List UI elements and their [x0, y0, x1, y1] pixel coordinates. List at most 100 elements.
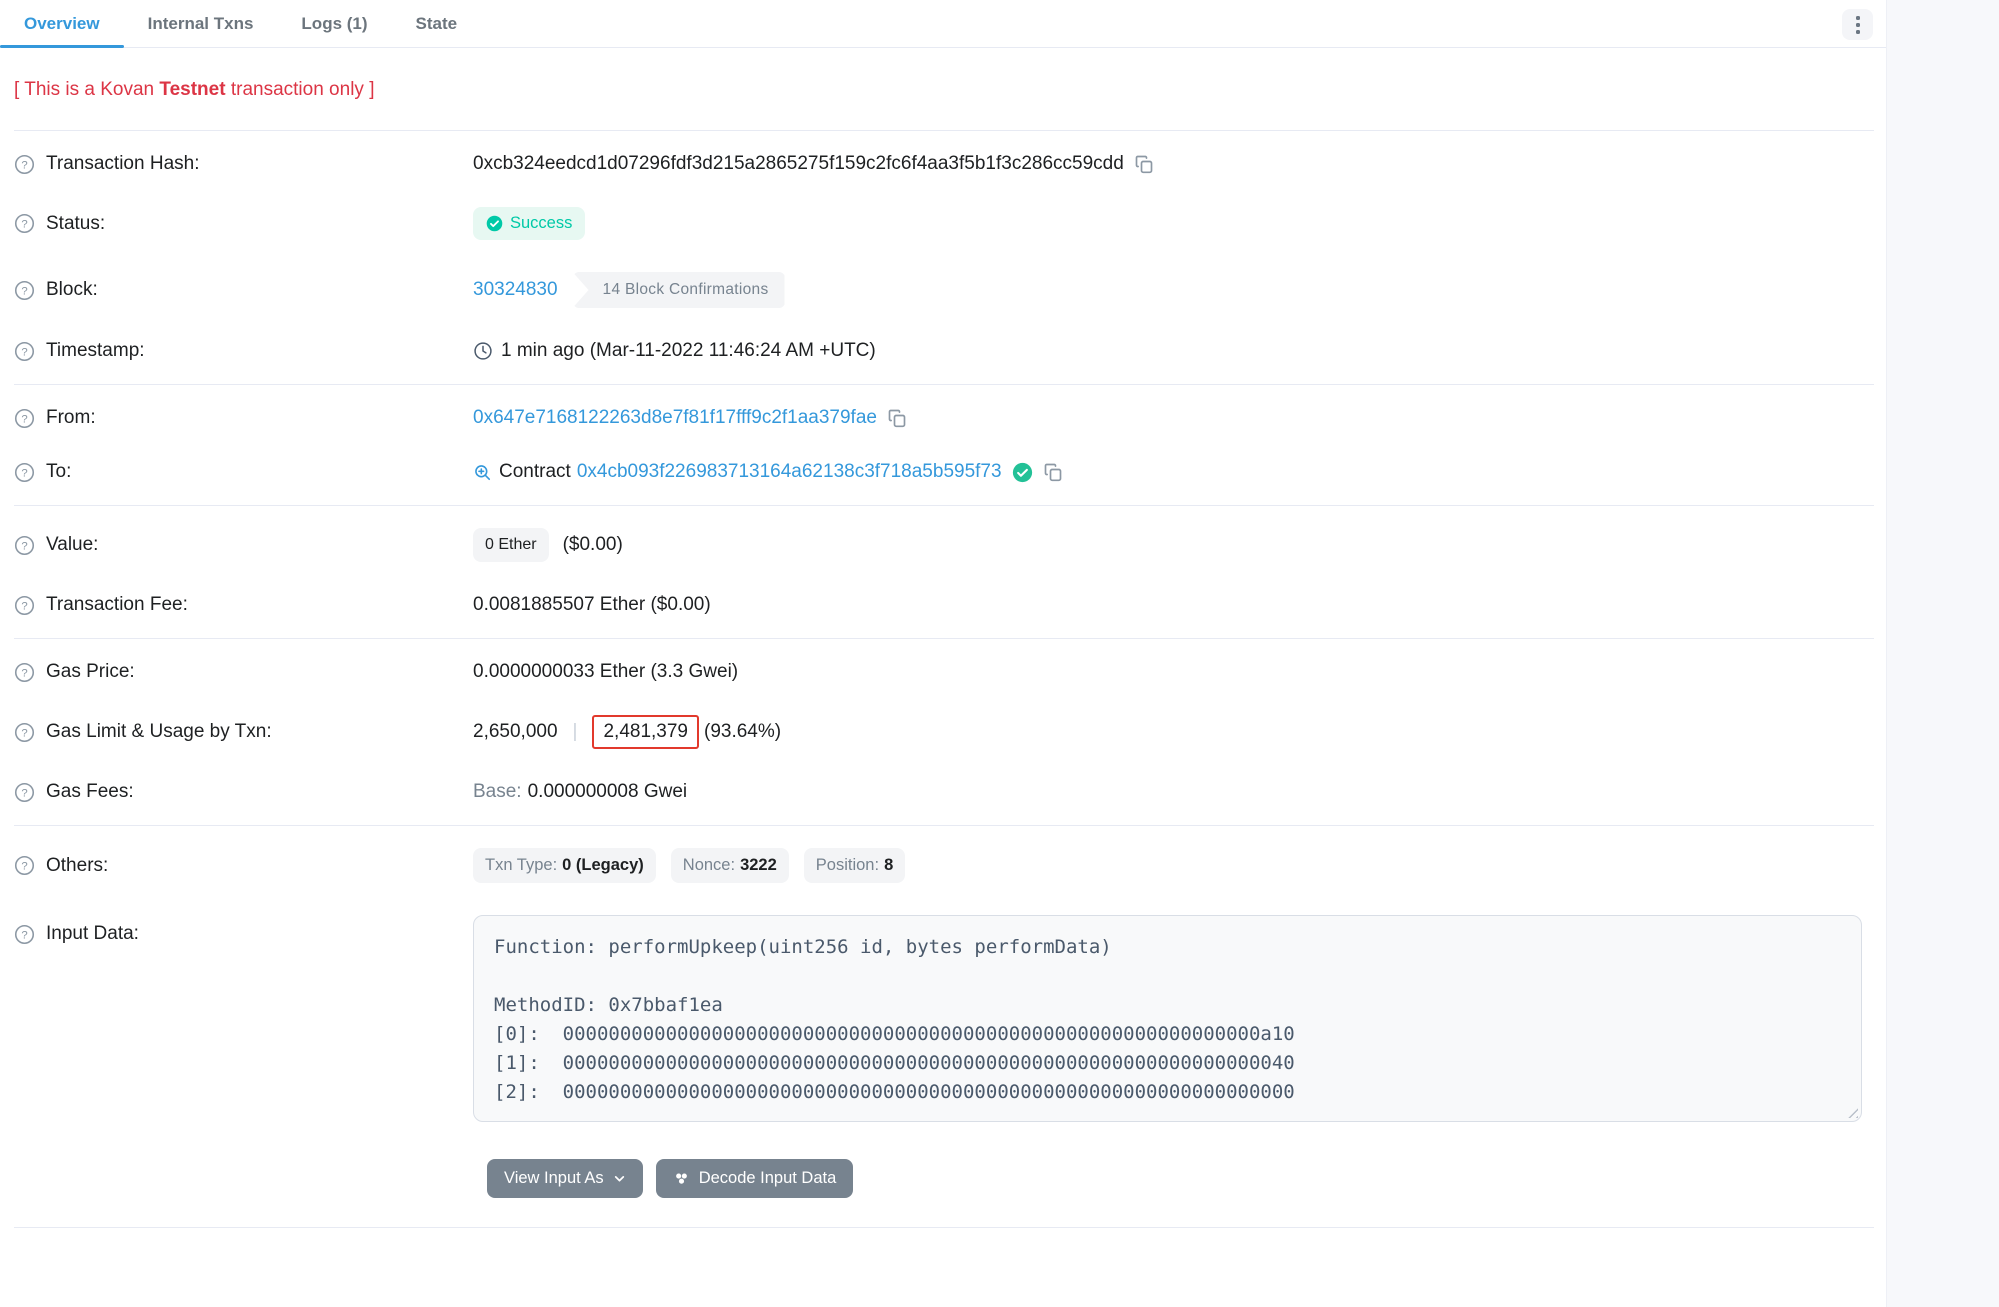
row-label-text: Input Data: [46, 923, 139, 945]
copy-icon[interactable] [1134, 154, 1154, 174]
separator: | [573, 721, 578, 743]
chevron-down-icon [613, 1172, 626, 1185]
svg-text:?: ? [21, 727, 27, 739]
gas-fees-base-label: Base: [473, 781, 522, 803]
row-input-data: ? Input Data: Function: performUpkeep(ui… [0, 899, 1886, 1138]
help-icon[interactable]: ? [14, 782, 35, 803]
row-value: ? Value: 0 Ether ($0.00) [0, 512, 1886, 578]
status-badge: Success [473, 207, 585, 240]
view-input-as-button[interactable]: View Input As [487, 1159, 643, 1198]
usd-value: ($0.00) [563, 534, 623, 556]
to-contract-label: Contract [499, 461, 571, 483]
decode-icon [673, 1170, 690, 1187]
help-icon[interactable]: ? [14, 280, 35, 301]
input-data-line: MethodID: 0x7bbaf1ea [494, 991, 1841, 1020]
row-block: ? Block: 30324830 14 Block Confirmations [0, 256, 1886, 324]
help-icon[interactable]: ? [14, 535, 35, 556]
help-icon[interactable]: ? [14, 595, 35, 616]
row-others: ? Others: Txn Type:0 (Legacy) Nonce:3222… [0, 832, 1886, 899]
row-timestamp: ? Timestamp: 1 min ago (Mar-11-2022 11:4… [0, 324, 1886, 378]
help-icon[interactable]: ? [14, 662, 35, 683]
help-icon[interactable]: ? [14, 924, 35, 945]
from-address-link[interactable]: 0x647e7168122263d8e7f81f17fff9c2f1aa379f… [473, 407, 877, 429]
row-label-text: Gas Fees: [46, 781, 134, 803]
tab-logs[interactable]: Logs (1) [277, 0, 391, 47]
help-icon[interactable]: ? [14, 462, 35, 483]
page-background-strip [1886, 0, 1999, 1307]
input-data-line: [1]: 00000000000000000000000000000000000… [494, 1049, 1841, 1078]
row-label-text: To: [46, 461, 71, 483]
row-gas-limit-usage: ? Gas Limit & Usage by Txn: 2,650,000 | … [0, 699, 1886, 765]
transaction-fee-value: 0.0081885507 Ether ($0.00) [473, 594, 711, 616]
input-data-actions: View Input As Decode Input Data [487, 1159, 1886, 1198]
ether-value-badge: 0 Ether [473, 528, 549, 562]
row-transaction-hash: ? Transaction Hash: 0xcb324eedcd1d07296f… [0, 137, 1886, 191]
input-data-box[interactable]: Function: performUpkeep(uint256 id, byte… [473, 915, 1862, 1122]
more-options-button[interactable] [1842, 9, 1873, 40]
svg-text:?: ? [21, 667, 27, 679]
copy-icon[interactable] [1043, 462, 1063, 482]
magnifier-plus-icon [473, 463, 492, 482]
svg-text:?: ? [21, 467, 27, 479]
help-icon[interactable]: ? [14, 341, 35, 362]
section-gas: ? Gas Price: 0.0000000033 Ether (3.3 Gwe… [0, 639, 1886, 825]
tab-internal-txns[interactable]: Internal Txns [124, 0, 278, 47]
block-confirmations-badge: 14 Block Confirmations [573, 272, 785, 308]
transaction-details-page: Overview Internal Txns Logs (1) State [ … [0, 0, 1999, 1307]
svg-text:?: ? [21, 285, 27, 297]
row-label-text: Value: [46, 534, 98, 556]
svg-text:?: ? [21, 860, 27, 872]
copy-icon[interactable] [887, 408, 907, 428]
svg-text:?: ? [21, 159, 27, 171]
help-icon[interactable]: ? [14, 408, 35, 429]
row-label-text: Gas Limit & Usage by Txn: [46, 721, 272, 743]
row-status: ? Status: Success [0, 191, 1886, 256]
input-data-line [494, 962, 1841, 991]
input-data-line: [0]: 00000000000000000000000000000000000… [494, 1020, 1841, 1049]
clock-icon [473, 341, 493, 361]
section-value: ? Value: 0 Ether ($0.00) ? Transaction F… [0, 506, 1886, 638]
row-to: ? To: Contract 0x4cb093f226983713164a621… [0, 445, 1886, 499]
testnet-warning: [ This is a Kovan Testnet transaction on… [0, 48, 1886, 130]
help-icon[interactable]: ? [14, 722, 35, 743]
position-badge: Position:8 [804, 848, 905, 883]
section-others-input: ? Others: Txn Type:0 (Legacy) Nonce:3222… [0, 826, 1886, 1144]
row-label-text: Others: [46, 855, 108, 877]
tab-overview[interactable]: Overview [0, 0, 124, 47]
section-addresses: ? From: 0x647e7168122263d8e7f81f17fff9c2… [0, 385, 1886, 505]
transaction-hash-value: 0xcb324eedcd1d07296fdf3d215a2865275f159c… [473, 153, 1124, 175]
svg-text:?: ? [21, 218, 27, 230]
gas-price-value: 0.0000000033 Ether (3.3 Gwei) [473, 661, 738, 683]
row-transaction-fee: ? Transaction Fee: 0.0081885507 Ether ($… [0, 578, 1886, 632]
verified-check-icon [1012, 462, 1033, 483]
section-overview-top: ? Transaction Hash: 0xcb324eedcd1d07296f… [0, 131, 1886, 384]
block-number-link[interactable]: 30324830 [473, 279, 558, 301]
help-icon[interactable]: ? [14, 213, 35, 234]
row-label-text: Block: [46, 279, 98, 301]
gas-used-percent: (93.64%) [704, 721, 781, 743]
input-data-line: [2]: 00000000000000000000000000000000000… [494, 1078, 1841, 1107]
svg-text:?: ? [21, 413, 27, 425]
row-gas-fees: ? Gas Fees: Base: 0.000000008 Gwei [0, 765, 1886, 819]
divider [14, 1227, 1874, 1228]
row-label-text: Gas Price: [46, 661, 135, 683]
gas-used-highlight: 2,481,379 [592, 715, 699, 749]
row-label-text: Status: [46, 213, 105, 235]
input-data-line: Function: performUpkeep(uint256 id, byte… [494, 933, 1841, 962]
row-label-text: Transaction Fee: [46, 594, 188, 616]
row-label-text: Transaction Hash: [46, 153, 199, 175]
check-circle-icon [486, 215, 503, 232]
row-from: ? From: 0x647e7168122263d8e7f81f17fff9c2… [0, 391, 1886, 445]
gas-fees-base-value: 0.000000008 Gwei [528, 781, 688, 803]
help-icon[interactable]: ? [14, 154, 35, 175]
svg-text:?: ? [21, 346, 27, 358]
transaction-card: Overview Internal Txns Logs (1) State [ … [0, 0, 1886, 1228]
decode-input-data-button[interactable]: Decode Input Data [656, 1159, 854, 1198]
testnet-warning-bold: Testnet [159, 79, 225, 100]
row-gas-price: ? Gas Price: 0.0000000033 Ether (3.3 Gwe… [0, 645, 1886, 699]
tab-state[interactable]: State [392, 0, 482, 47]
svg-text:?: ? [21, 929, 27, 941]
timestamp-value: 1 min ago (Mar-11-2022 11:46:24 AM +UTC) [501, 340, 876, 362]
to-address-link[interactable]: 0x4cb093f226983713164a62138c3f718a5b595f… [577, 461, 1002, 483]
help-icon[interactable]: ? [14, 855, 35, 876]
